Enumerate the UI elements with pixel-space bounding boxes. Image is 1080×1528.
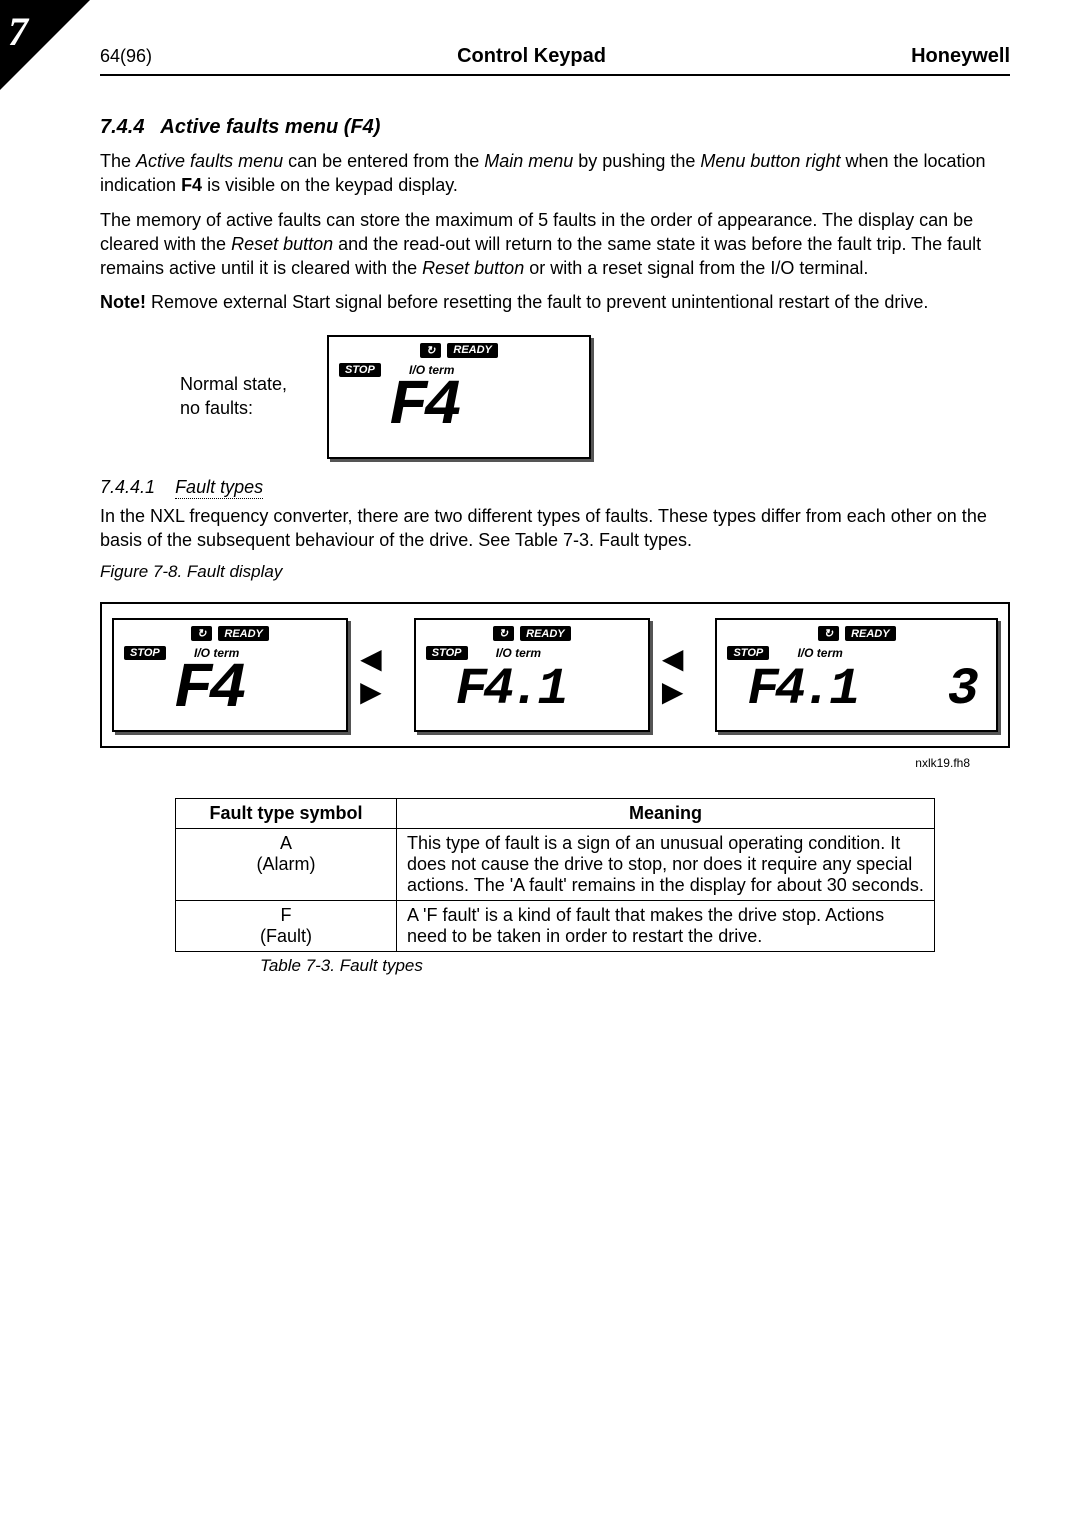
stop-badge: STOP xyxy=(124,646,166,660)
lcd-display-normal: ↻ READY STOP I/O term F4 xyxy=(327,335,591,459)
stop-badge: STOP xyxy=(339,363,381,377)
seven-segment-c-right: 3 xyxy=(947,664,974,716)
seven-segment-a: F4 xyxy=(174,658,243,722)
cell-meaning: A 'F fault' is a kind of fault that make… xyxy=(397,901,935,952)
col-symbol: Fault type symbol xyxy=(176,799,397,829)
seven-segment-b: F4.1 xyxy=(456,664,565,716)
nav-arrows-icon: ◀ ▶ xyxy=(662,642,704,708)
seven-segment-main: F4 xyxy=(389,375,458,439)
cell-symbol: F (Fault) xyxy=(176,901,397,952)
text: Normal state, xyxy=(180,374,287,394)
page-number: 64(96) xyxy=(100,46,152,67)
subsection-title: Fault types xyxy=(175,477,263,499)
text: The xyxy=(100,151,136,171)
ready-badge: READY xyxy=(520,626,571,641)
stop-badge: STOP xyxy=(727,646,769,660)
rotate-icon: ↻ xyxy=(191,626,212,641)
col-meaning: Meaning xyxy=(397,799,935,829)
paragraph-3: In the NXL frequency converter, there ar… xyxy=(100,504,1010,553)
note-label: Note! xyxy=(100,292,146,312)
paragraph-1: The Active faults menu can be entered fr… xyxy=(100,149,1010,198)
brand: Honeywell xyxy=(911,45,1010,68)
note-paragraph: Note! Remove external Start signal befor… xyxy=(100,290,1010,314)
symbol-name: (Fault) xyxy=(260,926,312,946)
section-7-4-4-heading: 7.4.4 Active faults menu (F4) xyxy=(100,116,1010,139)
paragraph-2: The memory of active faults can store th… xyxy=(100,208,1010,281)
page-title: Control Keypad xyxy=(152,45,911,68)
text: or with a reset signal from the I/O term… xyxy=(524,258,868,278)
section-number: 7.4.4 xyxy=(100,116,144,138)
cell-symbol: A (Alarm) xyxy=(176,829,397,901)
subsection-number: 7.4.4.1 xyxy=(100,477,155,497)
page-header: 64(96) Control Keypad Honeywell xyxy=(100,45,1010,76)
chapter-number: 7 xyxy=(8,8,28,55)
table-header-row: Fault type symbol Meaning xyxy=(176,799,935,829)
lcd-top-row: ↻ READY xyxy=(329,343,589,358)
lcd-normal-state-row: Normal state, no faults: ↻ READY STOP I/… xyxy=(180,335,1010,459)
ready-badge: READY xyxy=(218,626,269,641)
text: by pushing the xyxy=(573,151,700,171)
table-row: A (Alarm) This type of fault is a sign o… xyxy=(176,829,935,901)
cell-meaning: This type of fault is a sign of an unusu… xyxy=(397,829,935,901)
text: can be entered from the xyxy=(283,151,484,171)
io-term-label: I/O term xyxy=(496,646,541,660)
ready-badge: READY xyxy=(447,343,498,358)
section-title: Active faults menu (F4) xyxy=(160,116,380,138)
rotate-icon: ↻ xyxy=(420,343,441,358)
table-caption: Table 7-3. Fault types xyxy=(260,956,1010,976)
nav-arrows-icon: ◀ ▶ xyxy=(360,642,402,708)
text: is visible on the keypad display. xyxy=(202,175,458,195)
rotate-icon: ↻ xyxy=(818,626,839,641)
lcd-display-c: ↻ READY STOP I/O term F4.1 3 xyxy=(715,618,998,732)
figure-caption: Figure 7-8. Fault display xyxy=(100,562,1010,582)
term-main-menu: Main menu xyxy=(484,151,573,171)
section-7-4-4-1-heading: 7.4.4.1 Fault types xyxy=(100,477,1010,498)
ready-badge: READY xyxy=(845,626,896,641)
fault-types-table: Fault type symbol Meaning A (Alarm) This… xyxy=(175,798,935,952)
symbol-letter: F xyxy=(281,905,292,925)
symbol-name: (Alarm) xyxy=(257,854,316,874)
seven-segment-c: F4.1 xyxy=(747,664,856,716)
symbol-letter: A xyxy=(280,833,292,853)
term-menu-button-right: Menu button right xyxy=(700,151,840,171)
note-text: Remove external Start signal before rese… xyxy=(146,292,928,312)
table-row: F (Fault) A 'F fault' is a kind of fault… xyxy=(176,901,935,952)
rotate-icon: ↻ xyxy=(493,626,514,641)
term-reset-button: Reset button xyxy=(231,234,333,254)
term-reset-button: Reset button xyxy=(422,258,524,278)
io-term-label: I/O term xyxy=(797,646,842,660)
figure-file-id: nxlk19.fh8 xyxy=(915,756,970,770)
text: no faults: xyxy=(180,398,253,418)
lcd-display-b: ↻ READY STOP I/O term F4.1 xyxy=(414,618,650,732)
lcd-sequence-box: ↻ READY STOP I/O term F4 ◀ ▶ ↻ READY STOP … xyxy=(100,602,1010,748)
term-active-faults-menu: Active faults menu xyxy=(136,151,283,171)
figure-7-8: ↻ READY STOP I/O term F4 ◀ ▶ ↻ READY STOP … xyxy=(100,602,1010,748)
stop-badge: STOP xyxy=(426,646,468,660)
lcd-display-a: ↻READY STOP I/O term F4 xyxy=(112,618,348,732)
lcd-label: Normal state, no faults: xyxy=(180,373,287,420)
term-f4: F4 xyxy=(181,175,202,195)
